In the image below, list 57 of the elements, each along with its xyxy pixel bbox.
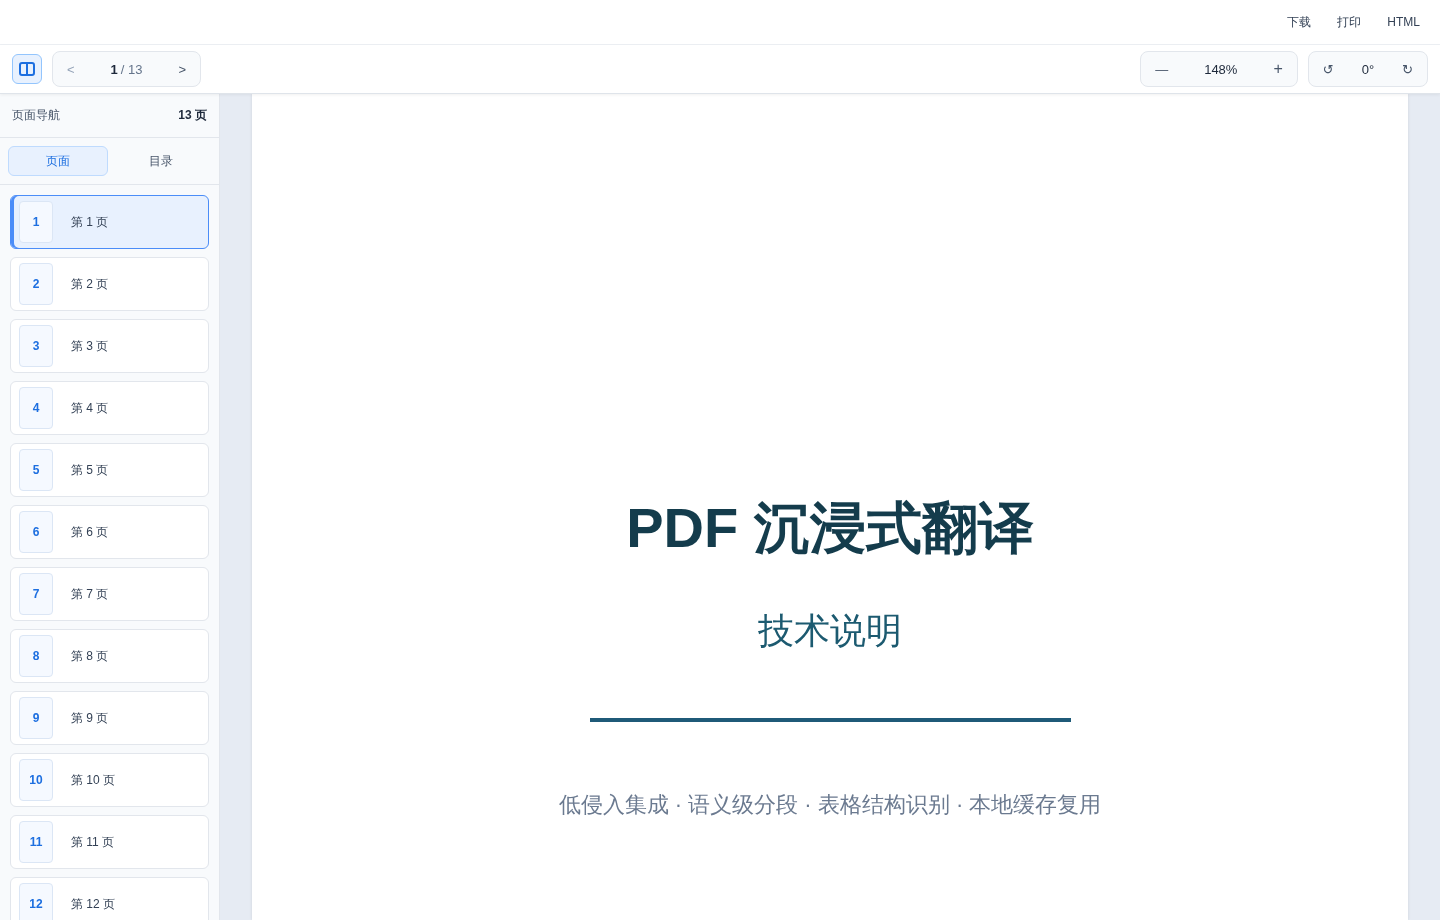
page-thumbnail: 12 (19, 883, 53, 920)
page-list-item[interactable]: 2 第 2 页 (10, 257, 209, 311)
sidebar-tab[interactable]: 页面 (8, 146, 108, 176)
page-thumbnail: 11 (19, 821, 53, 863)
page-thumbnail: 8 (19, 635, 53, 677)
page-label: 第 12 页 (71, 895, 115, 913)
next-page-button[interactable]: > (164, 52, 201, 86)
zoom-in-button[interactable]: + (1259, 52, 1297, 86)
page-thumbnail: 9 (19, 697, 53, 739)
sidebar-title: 页面导航 (12, 107, 60, 124)
page-count: 13 页 (178, 107, 207, 124)
sidebar-tab[interactable]: 目录 (111, 146, 211, 176)
page-label: 第 1 页 (71, 213, 109, 231)
page-list-item[interactable]: 7 第 7 页 (10, 567, 209, 621)
page-label: 第 7 页 (71, 585, 109, 603)
document-subtitle: 技术说明 (758, 609, 902, 653)
page-thumbnail: 7 (19, 573, 53, 615)
page-thumbnail: 6 (19, 511, 53, 553)
page-list-item[interactable]: 10 第 10 页 (10, 753, 209, 807)
page-label: 第 3 页 (71, 337, 109, 355)
page-label: 第 5 页 (71, 461, 109, 479)
page-label: 第 2 页 (71, 275, 109, 293)
sidebar-icon (19, 62, 35, 76)
page-total: / 13 (119, 61, 144, 77)
page-label: 第 6 页 (71, 523, 109, 541)
current-page: 1 (109, 61, 118, 77)
rotation-angle: 0° (1360, 61, 1376, 77)
page-list-item[interactable]: 3 第 3 页 (10, 319, 209, 373)
top-link[interactable]: HTML (1387, 15, 1420, 29)
rotate-right-button[interactable]: ↻ (1388, 52, 1427, 86)
page-thumbnail: 5 (19, 449, 53, 491)
page-thumbnail: 2 (19, 263, 53, 305)
rotate-left-button[interactable]: ↺ (1308, 52, 1348, 86)
page-list-item[interactable]: 4 第 4 页 (10, 381, 209, 435)
zoom-level: 148% (1203, 61, 1239, 77)
page-thumbnail: 4 (19, 387, 53, 429)
page-list-item[interactable]: 11 第 11 页 (10, 815, 209, 869)
page-label: 第 8 页 (71, 647, 109, 665)
page-list-item[interactable]: 6 第 6 页 (10, 505, 209, 559)
page-list-item[interactable]: 5 第 5 页 (10, 443, 209, 497)
document-tagline: 低侵入集成 · 语义级分段 · 表格结构识别 · 本地缓存复用 (558, 791, 1102, 820)
page-thumbnail: 10 (19, 759, 53, 801)
document-title: PDF 沉浸式翻译 (626, 495, 1034, 561)
page-list-item[interactable]: 9 第 9 页 (10, 691, 209, 745)
page-label: 第 9 页 (71, 709, 109, 727)
page-label: 第 10 页 (71, 771, 115, 789)
page-label: 第 4 页 (71, 399, 109, 417)
zoom-out-button[interactable]: — (1141, 52, 1183, 86)
top-link[interactable]: 下载 (1287, 13, 1312, 31)
page-label: 第 11 页 (71, 833, 115, 851)
page-thumbnail: 1 (19, 201, 53, 243)
page-list-item[interactable]: 1 第 1 页 (10, 195, 209, 249)
page-list-item[interactable]: 8 第 8 页 (10, 629, 209, 683)
sidebar-toggle-button[interactable] (12, 54, 42, 84)
top-link[interactable]: 打印 (1337, 13, 1362, 31)
page-thumbnail: 3 (19, 325, 53, 367)
page-list-item[interactable]: 12 第 12 页 (10, 877, 209, 920)
